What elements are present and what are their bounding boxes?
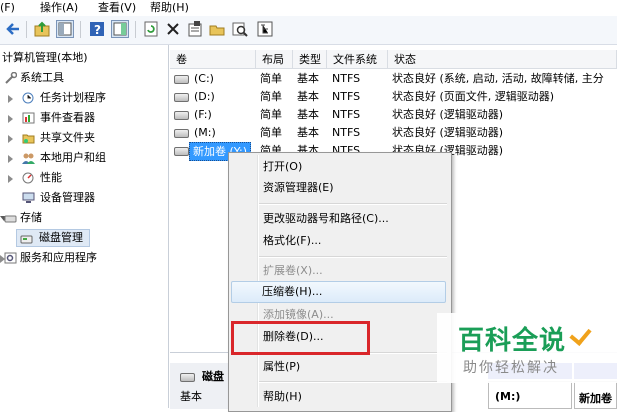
device-manager-icon — [22, 192, 35, 204]
layout-cell: 简单 — [260, 72, 282, 85]
column-header-layout[interactable]: 布局 — [256, 50, 293, 69]
table-row[interactable]: (C:) 简单 基本 NTFS 状态良好 (系统, 启动, 活动, 故障转储, … — [170, 70, 617, 87]
menu-item-shrink-volume[interactable]: 压缩卷(H)... — [262, 283, 322, 301]
menu-item-properties[interactable]: 属性(P) — [263, 358, 300, 376]
shared-folder-icon — [22, 132, 35, 144]
type-cell: 基本 — [297, 72, 319, 85]
partition-m-label: (M:) — [495, 390, 521, 403]
menu-item-explorer[interactable]: 资源管理器(E) — [263, 179, 334, 197]
users-icon — [22, 152, 35, 164]
volume-name: (D:) — [194, 90, 215, 103]
show-hide-tree-icon[interactable] — [56, 20, 74, 38]
menu-item-format[interactable]: 格式化(F)... — [263, 232, 321, 250]
menu-bar: (F) 操作(A) 查看(V) 帮助(H) — [0, 0, 617, 16]
menu-file[interactable]: (F) — [0, 0, 15, 16]
table-row[interactable]: (F:) 简单 基本 NTFS 状态良好 (逻辑驱动器) — [170, 106, 617, 123]
column-header-status[interactable]: 状态 — [388, 50, 617, 69]
disk-info-panel: 磁盘 基本 — [170, 363, 229, 409]
menu-item-extend-volume: 扩展卷(X)... — [263, 264, 323, 277]
watermark-title: 百科全说 — [458, 326, 567, 356]
drive-icon — [174, 75, 189, 84]
tree-storage-label: 存储 — [20, 211, 42, 224]
refresh-icon[interactable] — [142, 20, 160, 38]
expand-arrow-icon[interactable] — [8, 115, 13, 123]
type-cell: 基本 — [297, 108, 319, 121]
tree-disk-management-label: 磁盘管理 — [39, 231, 83, 244]
tree-item-label: 任务计划程序 — [40, 91, 106, 104]
column-header-volume[interactable]: 卷 — [170, 50, 256, 69]
layout-cell: 简单 — [260, 90, 282, 103]
action-pane-icon[interactable] — [111, 20, 129, 38]
search-icon[interactable] — [231, 20, 249, 38]
status-cell: 状态良好 (逻辑驱动器) — [392, 108, 504, 121]
properties-icon[interactable] — [186, 20, 204, 38]
column-header-filesystem[interactable]: 文件系统 — [327, 50, 388, 69]
status-cell: 状态良好 (页面文件, 逻辑驱动器) — [392, 90, 555, 103]
event-viewer-icon — [22, 112, 35, 124]
drive-icon — [174, 93, 189, 102]
tree-item-label: 本地用户和组 — [40, 151, 106, 164]
annotation-highlight-box — [231, 321, 370, 355]
fs-cell: NTFS — [332, 108, 361, 121]
fs-cell: NTFS — [332, 90, 361, 103]
storage-icon — [4, 212, 17, 224]
tree-item-disk-management[interactable]: 磁盘管理 — [16, 229, 90, 247]
type-cell: 基本 — [297, 126, 319, 139]
tree-root-label: 计算机管理(本地) — [2, 51, 88, 64]
disk-label: 磁盘 — [202, 370, 224, 383]
tree-item-label: 性能 — [40, 171, 62, 184]
services-icon — [4, 252, 17, 264]
partition-new-volume[interactable]: 新加卷 — [574, 381, 617, 409]
table-row[interactable]: (M:) 简单 基本 NTFS 状态良好 (逻辑驱动器) — [170, 124, 617, 141]
expand-arrow-icon[interactable] — [8, 155, 13, 163]
layout-cell: 简单 — [260, 126, 282, 139]
disk-icon — [180, 373, 195, 382]
drive-icon — [174, 111, 189, 120]
menu-action[interactable]: 操作(A) — [40, 0, 78, 16]
disk-management-icon — [20, 233, 33, 245]
clock-icon — [22, 92, 35, 104]
tree-item-label: 共享文件夹 — [40, 131, 95, 144]
svg-text:?: ? — [94, 23, 101, 37]
delete-icon[interactable] — [164, 20, 182, 38]
performance-icon — [22, 172, 35, 184]
tools-icon — [4, 71, 18, 84]
status-cell: 状态良好 (系统, 启动, 活动, 故障转储, 主分 — [392, 72, 604, 85]
drive-icon — [174, 147, 189, 156]
tree-item-label: 事件查看器 — [40, 111, 95, 124]
fs-cell: NTFS — [332, 72, 361, 85]
watermark-subtitle: 助你轻松解决 — [463, 360, 559, 376]
menu-help[interactable]: 帮助(H) — [150, 0, 189, 16]
menu-item-open[interactable]: 打开(O) — [263, 158, 302, 176]
volume-name: (M:) — [194, 126, 216, 139]
up-folder-icon[interactable] — [33, 20, 51, 38]
fs-cell: NTFS — [332, 126, 361, 139]
help-icon[interactable]: ? — [88, 20, 106, 38]
partition-new-volume-label: 新加卷 — [579, 392, 612, 405]
open-folder-icon[interactable] — [208, 20, 226, 38]
drive-icon — [174, 129, 189, 138]
volume-name: (C:) — [194, 72, 214, 85]
expand-arrow-icon[interactable] — [8, 135, 13, 143]
tree-system-tools-label: 系统工具 — [20, 71, 64, 84]
menu-view[interactable]: 查看(V) — [98, 0, 136, 16]
volume-name: (F:) — [194, 108, 212, 121]
type-cell: 基本 — [297, 90, 319, 103]
menu-item-help[interactable]: 帮助(H) — [263, 388, 302, 406]
disk-type-label: 基本 — [180, 390, 202, 403]
status-cell: 状态良好 (逻辑驱动器) — [392, 126, 504, 139]
expand-arrow-icon[interactable] — [8, 175, 13, 183]
partition-m[interactable]: (M:) — [488, 381, 572, 409]
menu-item-change-drive-letter[interactable]: 更改驱动器号和路径(C)... — [263, 210, 389, 228]
tree-services-label: 服务和应用程序 — [20, 251, 97, 264]
layout-cell: 简单 — [260, 108, 282, 121]
tree-view-icon[interactable] — [256, 20, 274, 38]
expand-arrow-icon[interactable] — [8, 95, 13, 103]
toolbar: ? — [0, 16, 617, 45]
back-arrow-icon[interactable] — [4, 20, 22, 38]
table-row[interactable]: (D:) 简单 基本 NTFS 状态良好 (页面文件, 逻辑驱动器) — [170, 88, 617, 105]
column-header-type[interactable]: 类型 — [293, 50, 327, 69]
tree-item-label: 设备管理器 — [40, 191, 95, 204]
